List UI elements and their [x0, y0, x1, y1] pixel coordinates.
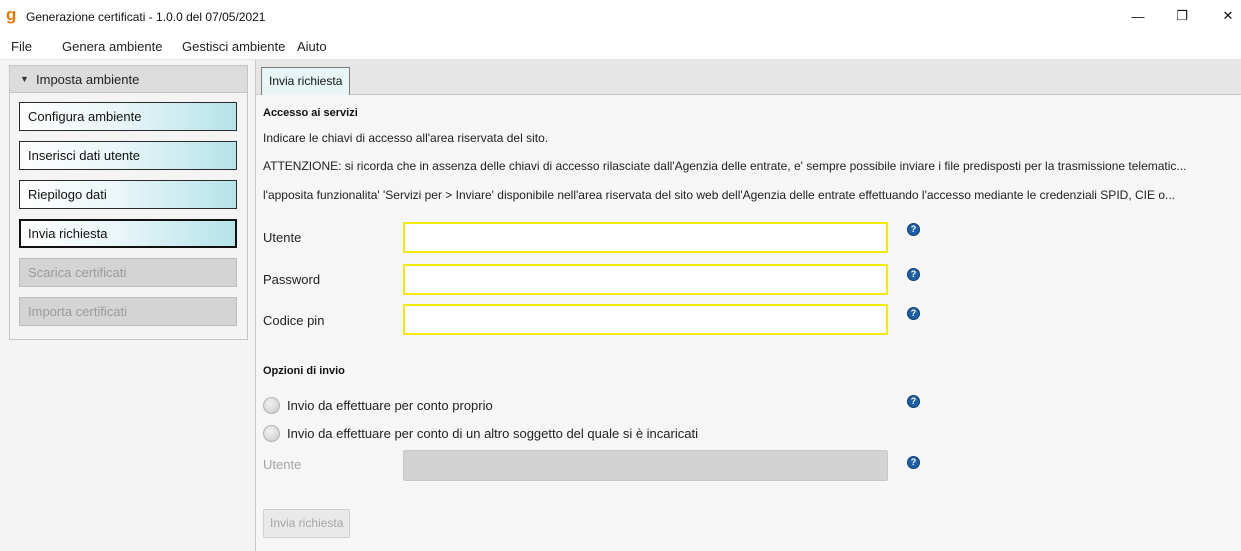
menu-file[interactable]: File — [11, 39, 32, 54]
section-title-accesso: Accesso ai servizi — [263, 107, 358, 119]
utente-label: Utente — [263, 230, 302, 245]
sidebar-section-header[interactable]: ▼ Imposta ambiente — [9, 65, 248, 93]
menu-gestisci-ambiente[interactable]: Gestisci ambiente — [182, 39, 285, 54]
sidebar-item-configura-ambiente[interactable]: Configura ambiente — [19, 102, 237, 131]
codice-pin-input[interactable] — [403, 304, 888, 335]
sidebar-item-importa-certificati: Importa certificati — [19, 297, 237, 326]
close-button[interactable]: ✕ — [1213, 4, 1241, 28]
tab-invia-richiesta[interactable]: Invia richiesta — [261, 67, 351, 95]
sidebar-nav: Configura ambiente Inserisci dati utente… — [9, 93, 248, 340]
title-bar: g Generazione certificati - 1.0.0 del 07… — [0, 0, 1241, 33]
password-label: Password — [263, 272, 321, 287]
delegate-utente-label: Utente — [263, 457, 302, 472]
menu-genera-ambiente[interactable]: Genera ambiente — [62, 39, 162, 54]
sidebar-item-scarica-certificati: Scarica certificati — [19, 258, 237, 287]
restore-button[interactable]: ❐ — [1167, 4, 1197, 28]
radio-conto-proprio[interactable]: Invio da effettuare per conto proprio — [263, 396, 563, 416]
sidebar-item-riepilogo-dati[interactable]: Riepilogo dati — [19, 180, 237, 209]
sidebar-item-inserisci-dati-utente[interactable]: Inserisci dati utente — [19, 141, 237, 170]
help-icon[interactable]: ? — [907, 268, 920, 281]
radio-label: Invio da effettuare per conto proprio — [287, 398, 493, 413]
menu-aiuto[interactable]: Aiuto — [297, 39, 327, 54]
app-logo-icon: g — [6, 5, 17, 24]
main-panel: Invia richiesta Accesso ai servizi Indic… — [256, 60, 1241, 551]
help-icon[interactable]: ? — [907, 456, 920, 469]
info-text-2: ATTENZIONE: si ricorda che in assenza de… — [263, 159, 1187, 173]
info-text-3: l'apposita funzionalita' 'Servizi per > … — [263, 188, 1175, 202]
radio-label: Invio da effettuare per conto di un altr… — [287, 426, 698, 441]
tab-strip: Invia richiesta — [256, 60, 1241, 95]
menu-bar: File Genera ambiente Gestisci ambiente A… — [0, 33, 1241, 60]
utente-input[interactable] — [403, 222, 888, 253]
help-icon[interactable]: ? — [907, 223, 920, 236]
collapse-triangle-icon: ▼ — [20, 74, 29, 84]
sidebar: ▼ Imposta ambiente Configura ambiente In… — [0, 60, 256, 551]
help-icon[interactable]: ? — [907, 395, 920, 408]
minimize-button[interactable]: — — [1123, 4, 1153, 28]
radio-button-icon[interactable] — [263, 397, 280, 414]
window-title: Generazione certificati - 1.0.0 del 07/0… — [26, 10, 266, 24]
info-text-1: Indicare le chiavi di accesso all'area r… — [263, 131, 549, 145]
section-title-opzioni: Opzioni di invio — [263, 365, 345, 377]
invia-richiesta-button: Invia richiesta — [263, 509, 351, 538]
radio-altro-soggetto[interactable]: Invio da effettuare per conto di un altr… — [263, 424, 783, 444]
radio-button-icon[interactable] — [263, 425, 280, 442]
codice-pin-label: Codice pin — [263, 313, 325, 328]
help-icon[interactable]: ? — [907, 307, 920, 320]
sidebar-item-invia-richiesta[interactable]: Invia richiesta — [19, 219, 237, 248]
delegate-utente-input — [403, 450, 888, 481]
sidebar-section-title: Imposta ambiente — [36, 72, 140, 87]
password-input[interactable] — [403, 264, 888, 295]
